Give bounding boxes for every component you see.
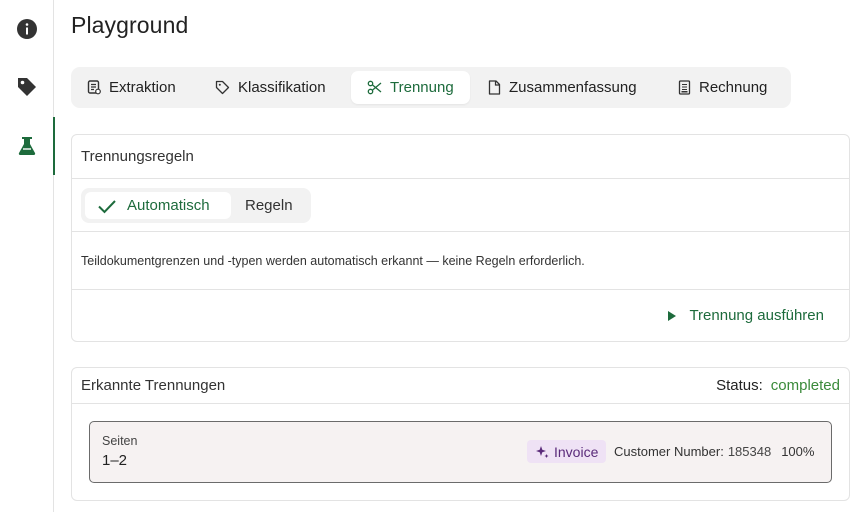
field-value: 185348 <box>727 444 772 459</box>
play-icon <box>668 310 677 321</box>
status-value: completed <box>770 377 840 394</box>
tag-icon <box>18 78 36 96</box>
page-title: Playground <box>71 12 189 38</box>
tab-rechnung[interactable]: Rechnung <box>662 71 777 104</box>
tab-label: Extraktion <box>109 79 176 96</box>
document-type-label: Invoice <box>554 443 599 460</box>
status: Status: completed <box>716 377 840 394</box>
check-icon <box>98 199 116 213</box>
mode-toggle: Automatisch Regeln <box>81 188 311 223</box>
card-header: Erkannte Trennungen Status: completed <box>72 368 849 404</box>
run-separation-button[interactable]: Trennung ausführen <box>667 307 824 324</box>
rail-item-info[interactable] <box>0 0 54 58</box>
segment-item[interactable]: Seiten 1–2 Invoice Customer Number: 1853… <box>89 421 832 483</box>
document-type-badge: Invoice <box>527 440 607 463</box>
divider <box>72 231 849 232</box>
status-label: Status: <box>716 377 763 394</box>
tab-klassifikation[interactable]: Klassifikation <box>199 71 336 104</box>
left-rail <box>0 0 55 512</box>
detected-separations-card: Erkannte Trennungen Status: completed Se… <box>71 367 850 501</box>
tab-label: Zusammenfassung <box>509 79 637 96</box>
field-label: Customer Number: <box>614 444 724 459</box>
rail-item-tags[interactable] <box>0 58 54 116</box>
tag-outline-icon <box>215 80 230 95</box>
segment-meta: Customer Number: 185348 100% <box>614 444 814 459</box>
run-label: Trennung ausführen <box>689 307 824 324</box>
receipt-icon <box>87 80 101 95</box>
pages-value: 1–2 <box>102 452 128 469</box>
sparkle-icon <box>536 445 549 458</box>
scissors-icon <box>367 80 382 95</box>
mode-label: Automatisch <box>127 197 210 214</box>
rail-item-playground[interactable] <box>0 117 55 175</box>
mode-label: Regeln <box>245 197 293 214</box>
tab-bar: Extraktion Klassifikation Trennung Zusam… <box>71 67 791 108</box>
tab-label: Klassifikation <box>238 79 326 96</box>
mode-automatic-button[interactable]: Automatisch <box>85 192 231 219</box>
mode-rules-button[interactable]: Regeln <box>245 192 293 219</box>
divider <box>72 289 849 290</box>
tab-label: Trennung <box>390 79 454 96</box>
tab-zusammenfassung[interactable]: Zusammenfassung <box>472 71 647 104</box>
tab-label: Rechnung <box>699 79 768 96</box>
separation-rules-card: Trennungsregeln Automatisch Regeln Teild… <box>71 134 850 342</box>
card-title: Trennungsregeln <box>72 135 849 179</box>
pages-label: Seiten <box>102 434 138 448</box>
flask-icon <box>18 137 36 155</box>
tab-extraktion[interactable]: Extraktion <box>71 71 186 104</box>
auto-description: Teildokumentgrenzen und -typen werden au… <box>81 254 585 268</box>
document-icon <box>488 80 501 95</box>
tab-trennung[interactable]: Trennung <box>351 71 470 104</box>
invoice-icon <box>678 80 691 95</box>
confidence-value: 100% <box>781 444 815 459</box>
card-title: Erkannte Trennungen <box>81 377 226 394</box>
info-icon <box>17 19 37 39</box>
